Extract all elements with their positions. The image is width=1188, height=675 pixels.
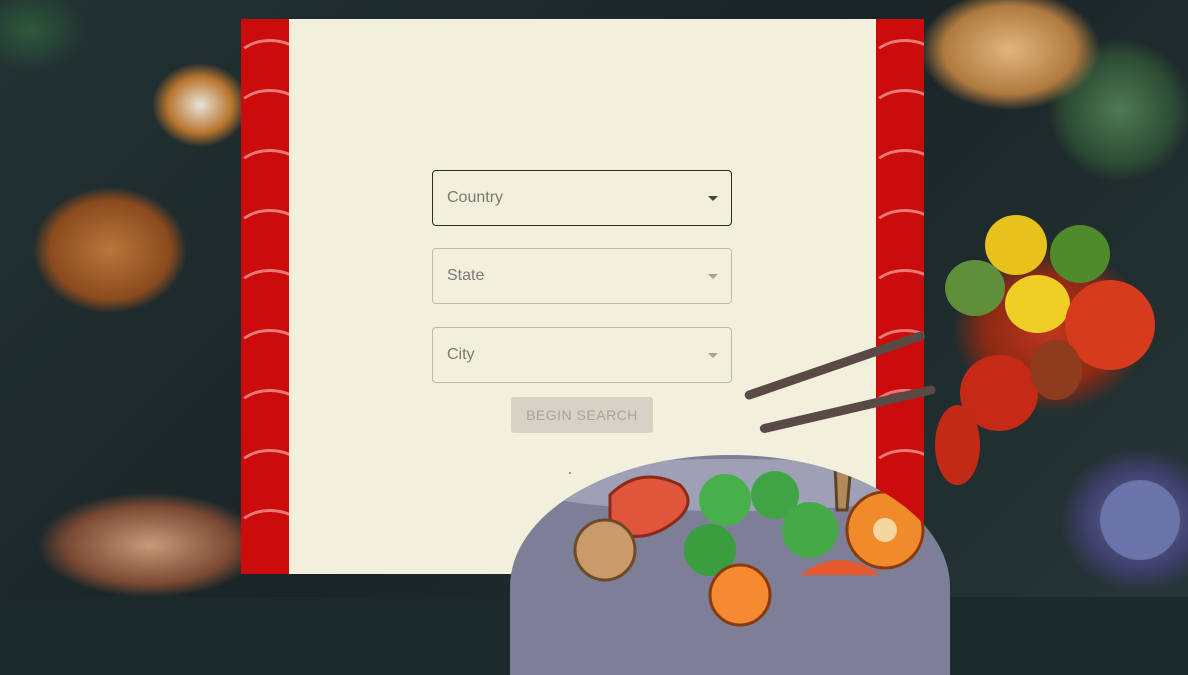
decorative-dot xyxy=(569,472,571,474)
dropdown-arrow-icon xyxy=(708,274,718,279)
city-select-label: City xyxy=(447,346,475,363)
grapes-image xyxy=(1100,480,1180,560)
tomato-yellow-image xyxy=(1005,275,1070,333)
tomato-green-image xyxy=(945,260,1005,316)
tomato-red-image xyxy=(935,405,980,485)
left-pattern-border xyxy=(241,19,289,574)
begin-search-button[interactable]: BEGIN SEARCH xyxy=(511,397,653,433)
dropdown-arrow-icon xyxy=(708,196,718,201)
state-select[interactable]: State xyxy=(432,248,732,304)
country-select[interactable]: Country xyxy=(432,170,732,226)
country-select-label: Country xyxy=(447,189,504,206)
right-pattern-border xyxy=(876,19,924,574)
tomato-green-image xyxy=(1050,225,1110,283)
tomato-brown-image xyxy=(1030,340,1082,400)
state-select-label: State xyxy=(447,267,485,284)
city-select[interactable]: City xyxy=(432,327,732,383)
dropdown-arrow-icon xyxy=(708,353,718,358)
